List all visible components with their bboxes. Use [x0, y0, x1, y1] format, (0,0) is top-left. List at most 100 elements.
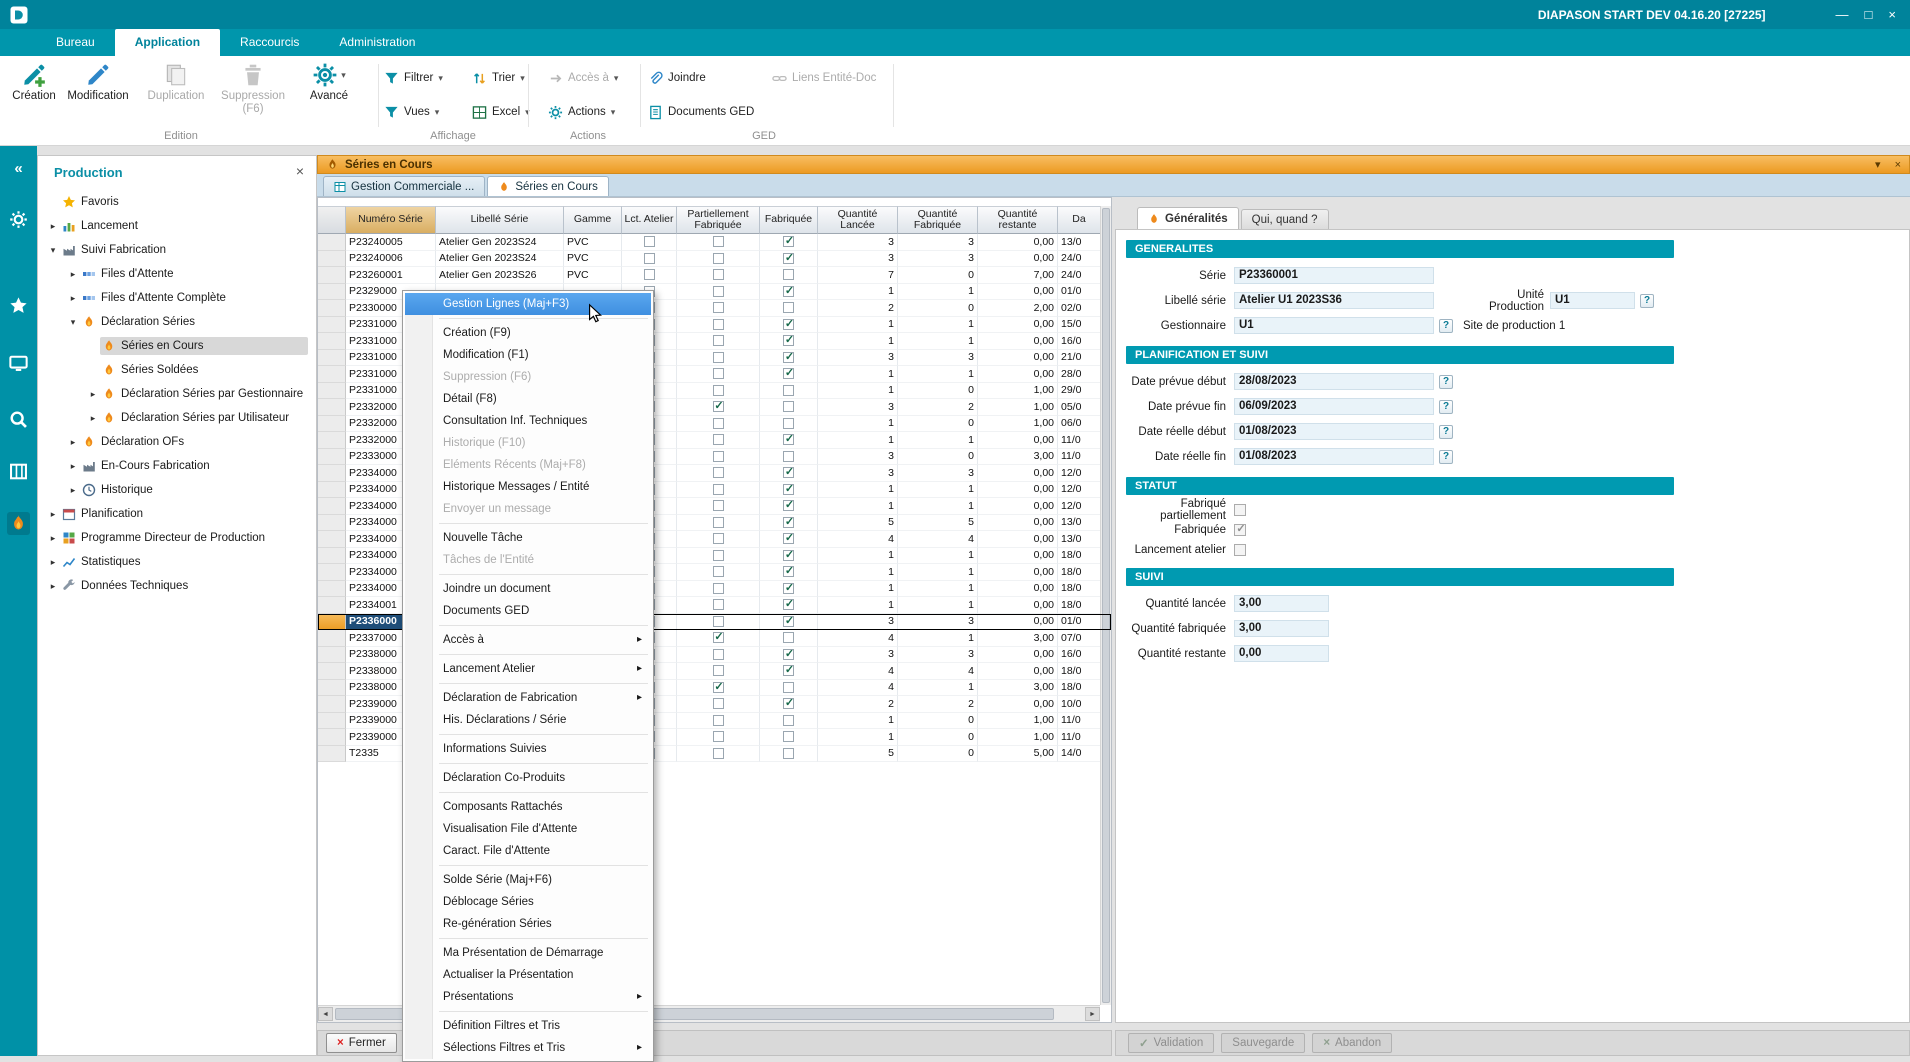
- fabriquee-checkbox[interactable]: [783, 731, 794, 742]
- tree-expander-icon[interactable]: ▸: [86, 413, 100, 424]
- abandon-button[interactable]: × Abandon: [1312, 1033, 1392, 1053]
- scroll-right-icon[interactable]: ►: [1085, 1007, 1100, 1021]
- partiellement-fabriquee-checkbox[interactable]: [713, 715, 724, 726]
- tab-gestion-commerciale[interactable]: Gestion Commerciale ...: [323, 176, 485, 196]
- row-selector[interactable]: [318, 284, 346, 301]
- row-selector[interactable]: [318, 680, 346, 697]
- row-selector[interactable]: [318, 729, 346, 746]
- fabriquee-checkbox[interactable]: [783, 269, 794, 280]
- workspace-collapse-icon[interactable]: ▾: [1875, 158, 1881, 171]
- menu-item[interactable]: Nouvelle Tâche: [405, 527, 651, 549]
- row-selector[interactable]: [318, 498, 346, 515]
- tab-series-en-cours[interactable]: Séries en Cours: [487, 176, 608, 196]
- menu-item[interactable]: Modification (F1): [405, 344, 651, 366]
- monitor-icon[interactable]: [7, 352, 30, 375]
- partiellement-fabriquee-checkbox[interactable]: [713, 335, 724, 346]
- fabriquee-checkbox[interactable]: [783, 302, 794, 313]
- fabriquee-checkbox[interactable]: [783, 253, 794, 264]
- sidebar-close-icon[interactable]: ×: [296, 163, 304, 179]
- suivi-input[interactable]: 3,00: [1234, 595, 1329, 612]
- partiellement-fabriquee-checkbox[interactable]: [713, 352, 724, 363]
- fabriquee-checkbox[interactable]: [783, 682, 794, 693]
- column-header[interactable]: Quantité Fabriquée: [898, 206, 978, 234]
- row-selector[interactable]: [318, 366, 346, 383]
- partiellement-fabriquee-checkbox[interactable]: [713, 616, 724, 627]
- partiellement-fabriquee-checkbox[interactable]: [713, 302, 724, 313]
- fabriquee-checkbox[interactable]: [783, 583, 794, 594]
- partiellement-fabriquee-checkbox[interactable]: [713, 698, 724, 709]
- fabriquee-checkbox[interactable]: [783, 451, 794, 462]
- production-module-icon[interactable]: [7, 512, 30, 535]
- menu-item[interactable]: Composants Rattachés: [405, 796, 651, 818]
- sidebar-item[interactable]: ▸Déclaration Séries par Gestionnaire: [38, 382, 316, 406]
- actions-button[interactable]: Actions ▾: [548, 102, 615, 122]
- tab-generalites[interactable]: Généralités: [1137, 207, 1239, 229]
- fabriquee-checkbox[interactable]: [783, 500, 794, 511]
- partiellement-fabriquee-checkbox[interactable]: [713, 517, 724, 528]
- search-icon[interactable]: [7, 408, 30, 431]
- menu-item[interactable]: Caract. File d'Attente: [405, 840, 651, 862]
- partiellement-fabriquee-checkbox[interactable]: [713, 682, 724, 693]
- menu-item[interactable]: Envoyer un message: [405, 498, 651, 520]
- fabriquee-checkbox[interactable]: [783, 599, 794, 610]
- gestionnaire-input[interactable]: U1: [1234, 317, 1434, 334]
- menu-item[interactable]: Création (F9): [405, 322, 651, 344]
- fermer-button[interactable]: × Fermer: [326, 1033, 397, 1053]
- tree-expander-icon[interactable]: ▾: [66, 317, 80, 328]
- fabriquee-checkbox[interactable]: [783, 665, 794, 676]
- creation-button[interactable]: Création: [2, 62, 66, 128]
- row-selector[interactable]: [318, 614, 346, 631]
- partiellement-fabriquee-checkbox[interactable]: [713, 583, 724, 594]
- tree-expander-icon[interactable]: ▸: [66, 293, 80, 304]
- suivi-input[interactable]: 3,00: [1234, 620, 1329, 637]
- menu-item[interactable]: Détail (F8): [405, 388, 651, 410]
- menu-item[interactable]: Suppression (F6): [405, 366, 651, 388]
- row-selector[interactable]: [318, 663, 346, 680]
- suivi-input[interactable]: 0,00: [1234, 645, 1329, 662]
- scroll-left-icon[interactable]: ◄: [318, 1007, 333, 1021]
- menu-item[interactable]: Présentations▸: [405, 986, 651, 1008]
- menu-item[interactable]: Tâches de l'Entité: [405, 549, 651, 571]
- menu-item[interactable]: Informations Suivies: [405, 738, 651, 760]
- acces-a-button[interactable]: Accès à ▾: [548, 68, 618, 88]
- menu-item[interactable]: Actualiser la Présentation: [405, 964, 651, 986]
- minimize-button[interactable]: —: [1836, 0, 1849, 29]
- partiellement-fabriquee-checkbox[interactable]: [713, 253, 724, 264]
- row-selector[interactable]: [318, 449, 346, 466]
- row-selector[interactable]: [318, 696, 346, 713]
- row-selector[interactable]: [318, 234, 346, 251]
- tree-expander-icon[interactable]: ▸: [66, 269, 80, 280]
- menu-item[interactable]: Lancement Atelier▸: [405, 658, 651, 680]
- date-input[interactable]: 01/08/2023: [1234, 423, 1434, 440]
- lct-atelier-checkbox[interactable]: [644, 253, 655, 264]
- fabriquee-checkbox[interactable]: [783, 715, 794, 726]
- menu-item[interactable]: Ma Présentation de Démarrage: [405, 942, 651, 964]
- maximize-button[interactable]: □: [1865, 0, 1873, 29]
- column-header[interactable]: Quantité restante: [978, 206, 1058, 234]
- menu-item[interactable]: Re-génération Séries: [405, 913, 651, 935]
- duplication-button[interactable]: Duplication: [144, 62, 208, 128]
- collapse-sidebar-button[interactable]: «: [0, 160, 37, 177]
- partiellement-fabriquee-checkbox[interactable]: [713, 319, 724, 330]
- partiellement-fabriquee-checkbox[interactable]: [713, 550, 724, 561]
- column-header[interactable]: Libellé Série: [436, 206, 564, 234]
- fabriquee-checkbox[interactable]: [783, 319, 794, 330]
- trier-button[interactable]: Trier ▾: [472, 68, 525, 88]
- documents-ged-button[interactable]: Documents GED: [648, 102, 754, 122]
- column-header[interactable]: Lct. Atelier: [622, 206, 677, 234]
- sidebar-item[interactable]: ▸En-Cours Fabrication: [38, 454, 316, 478]
- tree-expander-icon[interactable]: ▸: [46, 533, 60, 544]
- fabriquee-checkbox[interactable]: [783, 286, 794, 297]
- tree-expander-icon[interactable]: ▸: [86, 389, 100, 400]
- tree-expander-icon[interactable]: ▸: [46, 557, 60, 568]
- suppression-button[interactable]: Suppression (F6): [221, 62, 285, 128]
- menu-tab-raccourcis[interactable]: Raccourcis: [220, 29, 319, 56]
- date-input[interactable]: 01/08/2023: [1234, 448, 1434, 465]
- statut-checkbox[interactable]: [1234, 504, 1246, 516]
- help-button[interactable]: ?: [1439, 450, 1453, 464]
- menu-item[interactable]: Historique (F10): [405, 432, 651, 454]
- help-button[interactable]: ?: [1439, 375, 1453, 389]
- tree-expander-icon[interactable]: ▸: [46, 509, 60, 520]
- settings-gear-icon[interactable]: [7, 208, 30, 231]
- lct-atelier-checkbox[interactable]: [644, 236, 655, 247]
